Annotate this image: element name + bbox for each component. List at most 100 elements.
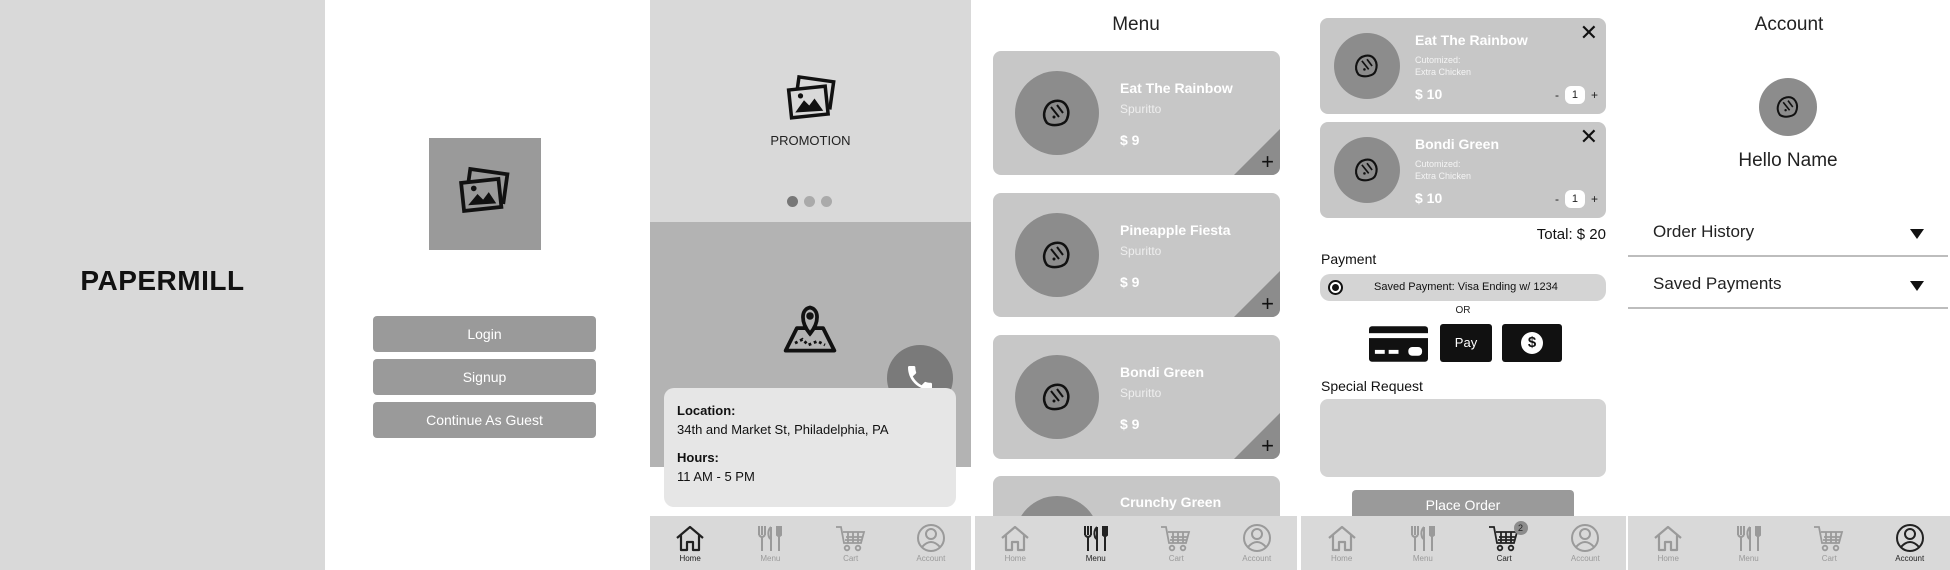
dot-active[interactable] — [787, 196, 798, 207]
home-icon — [1327, 525, 1356, 552]
tab-menu[interactable]: Menu — [730, 516, 810, 570]
decrement-button[interactable]: - — [1555, 192, 1559, 206]
decrement-button[interactable]: - — [1555, 88, 1559, 102]
fork-knife-icon — [758, 526, 783, 551]
apple-pay-button[interactable]: Pay — [1440, 324, 1492, 362]
promotion-banner[interactable]: PROMOTION — [650, 0, 971, 222]
guest-button[interactable]: Continue As Guest — [373, 402, 596, 438]
tab-account[interactable]: Account — [1870, 516, 1950, 570]
menu-item-card[interactable]: Bondi Green Spuritto $ 9 + — [993, 335, 1280, 459]
promotion-label: PROMOTION — [770, 133, 851, 148]
item-price: $ 10 — [1415, 86, 1443, 102]
order-total: Total: $ 20 — [1536, 226, 1606, 243]
tab-home[interactable]: Home — [650, 516, 730, 570]
user-icon — [1895, 524, 1924, 552]
order-history-row[interactable]: Order History — [1628, 207, 1948, 257]
menu-item-card[interactable]: Eat The Rainbow Spuritto $ 9 + — [993, 51, 1280, 175]
cart-icon — [1814, 526, 1844, 552]
tab-cart[interactable]: Cart — [811, 516, 891, 570]
location-value: 34th and Market St, Philadelphia, PA — [677, 422, 889, 437]
add-button[interactable]: + — [1261, 435, 1274, 457]
place-order-button[interactable]: Place Order — [1352, 490, 1574, 516]
hours-heading: Hours: — [677, 450, 719, 465]
tab-label: Home — [1004, 554, 1026, 563]
home-icon — [1654, 525, 1682, 552]
or-divider: OR — [1455, 305, 1471, 316]
hours-value: 11 AM - 5 PM — [677, 469, 755, 484]
food-image — [1334, 33, 1400, 99]
tab-menu[interactable]: Menu — [1709, 516, 1790, 570]
home-screen: PROMOTION Location: 34th and Market St, … — [650, 0, 971, 570]
cash-pay-button[interactable]: $ — [1502, 324, 1562, 362]
saved-payment-option[interactable]: Saved Payment: Visa Ending w/ 1234 — [1320, 274, 1606, 301]
greeting: Hello Name — [1738, 150, 1838, 171]
customized-label: Cutomized: — [1415, 55, 1461, 65]
dot[interactable] — [821, 196, 832, 207]
wrap-icon — [1043, 383, 1070, 411]
increment-button[interactable]: + — [1591, 192, 1598, 206]
tab-home[interactable]: Home — [975, 516, 1056, 570]
remove-item-button[interactable]: ✕ — [1580, 20, 1598, 46]
carousel-dots[interactable] — [787, 196, 832, 207]
signup-button[interactable]: Signup — [373, 359, 596, 395]
chevron-down-icon — [1910, 229, 1924, 239]
tab-label: Home — [679, 554, 701, 563]
quantity-value[interactable]: 1 — [1564, 190, 1585, 208]
special-request-input[interactable] — [1320, 399, 1606, 477]
quantity-stepper: - 1 + — [1555, 190, 1598, 208]
item-price: $ 10 — [1415, 190, 1443, 206]
user-icon — [916, 524, 945, 552]
home-icon — [1001, 525, 1029, 552]
tab-bar: Home Menu Cart Account — [975, 516, 1297, 570]
menu-item-card[interactable]: Crunchy Green — [993, 476, 1280, 516]
tab-bar: Home Menu 2 Cart Account — [1301, 516, 1626, 570]
increment-button[interactable]: + — [1591, 88, 1598, 102]
radio-selected-icon[interactable] — [1328, 280, 1343, 295]
item-customization: Cutomized: Extra Chicken — [1415, 54, 1471, 78]
customized-value: Extra Chicken — [1415, 171, 1472, 181]
quantity-stepper: - 1 + — [1555, 86, 1598, 104]
tab-home[interactable]: Home — [1628, 516, 1709, 570]
tab-label: Cart — [1496, 554, 1512, 563]
page-title: Account — [1754, 14, 1824, 35]
tab-account[interactable]: Account — [1545, 516, 1626, 570]
add-button[interactable]: + — [1261, 151, 1274, 173]
tab-cart[interactable]: Cart — [1136, 516, 1217, 570]
card-pay-button[interactable] — [1369, 326, 1428, 362]
tab-menu[interactable]: Menu — [1056, 516, 1137, 570]
page-title: Menu — [1112, 14, 1160, 35]
special-request-label: Special Request — [1321, 378, 1423, 394]
tab-label: Menu — [1412, 554, 1433, 563]
quantity-value[interactable]: 1 — [1564, 86, 1585, 104]
row-label: Order History — [1653, 222, 1755, 241]
row-label: Saved Payments — [1653, 274, 1782, 293]
tab-label: Account — [916, 554, 946, 563]
tab-account[interactable]: Account — [1217, 516, 1298, 570]
splash-screen: PAPERMILL — [0, 0, 325, 570]
dot[interactable] — [804, 196, 815, 207]
avatar[interactable] — [1759, 78, 1817, 136]
tab-label: Home — [1657, 554, 1679, 563]
tab-home[interactable]: Home — [1301, 516, 1382, 570]
map-icon — [783, 305, 837, 353]
item-name: Eat The Rainbow — [1120, 80, 1233, 96]
tab-cart[interactable]: 2 Cart — [1464, 516, 1545, 570]
saved-payments-row[interactable]: Saved Payments — [1628, 259, 1948, 309]
add-button[interactable]: + — [1261, 293, 1274, 315]
tab-label: Home — [1330, 554, 1353, 563]
remove-item-button[interactable]: ✕ — [1580, 124, 1598, 150]
wrap-icon — [1776, 96, 1798, 118]
item-category: Spuritto — [1120, 102, 1162, 116]
wrap-icon — [1355, 54, 1378, 78]
login-button[interactable]: Login — [373, 316, 596, 352]
menu-item-card[interactable]: Pineapple Fiesta Spuritto $ 9 + — [993, 193, 1280, 317]
fork-knife-icon — [1736, 526, 1761, 551]
payment-label: Payment — [1321, 251, 1377, 267]
location-heading: Location: — [677, 403, 736, 418]
tab-account[interactable]: Account — [891, 516, 971, 570]
tab-menu[interactable]: Menu — [1382, 516, 1463, 570]
screen-divider — [971, 515, 975, 570]
item-name: Crunchy Green — [1120, 494, 1222, 510]
tab-cart[interactable]: Cart — [1789, 516, 1870, 570]
tab-label: Account — [1895, 554, 1925, 563]
